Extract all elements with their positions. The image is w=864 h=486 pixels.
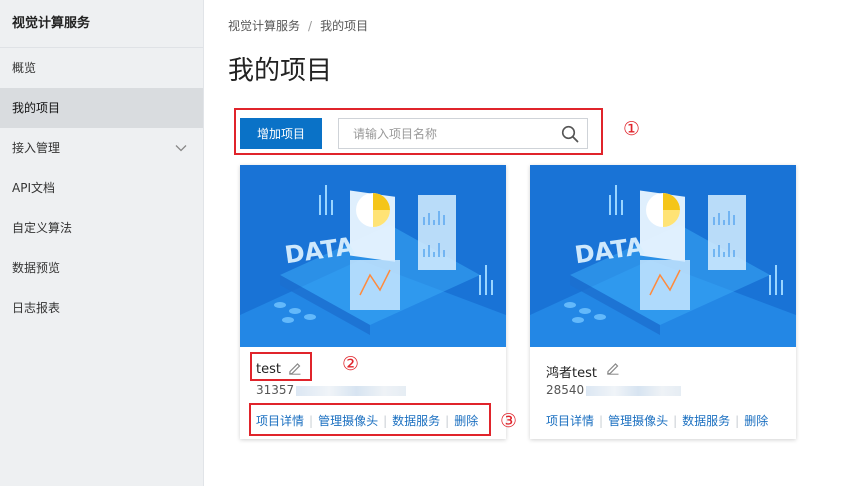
project-id-prefix: 28540 (546, 383, 585, 397)
redacted-id (296, 385, 407, 396)
breadcrumb-current: 我的项目 (320, 19, 369, 33)
sidebar-item-log-reports[interactable]: 日志报表 (0, 288, 203, 328)
actions-highlight-box (249, 403, 491, 436)
redacted-id (586, 385, 682, 396)
project-id: 28540 (546, 383, 682, 397)
sidebar-item-access-management[interactable]: 接入管理 (0, 128, 203, 168)
breadcrumb-root[interactable]: 视觉计算服务 (228, 19, 300, 33)
card-actions: 项目详情 | 管理摄像头 | 数据服务 | 删除 (546, 414, 769, 428)
search-icon[interactable] (561, 125, 579, 143)
sidebar-item-api-docs[interactable]: API文档 (0, 168, 203, 208)
sidebar-item-overview[interactable]: 概览 (0, 48, 203, 88)
project-card[interactable]: DATA test 31357 项目详情 | 管理摄像头 | 数据服务 | 删除 (240, 165, 506, 439)
sidebar-item-custom-algorithm[interactable]: 自定义算法 (0, 208, 203, 248)
project-cover-image: DATA (530, 165, 796, 347)
name-highlight-box (250, 352, 312, 381)
data-service-link[interactable]: 数据服务 (682, 414, 730, 428)
annotation-2: ② (342, 353, 360, 375)
project-details-link[interactable]: 项目详情 (546, 414, 594, 428)
project-name: 鸿者test (546, 366, 597, 381)
manage-cameras-link[interactable]: 管理摄像头 (608, 414, 668, 428)
sidebar: 视觉计算服务 概览 我的项目 接入管理 API文档 自定义算法 数据预览 日志报… (0, 0, 204, 486)
sidebar-item-my-projects[interactable]: 我的项目 (0, 88, 203, 128)
search-input[interactable] (339, 119, 554, 148)
search-box (338, 118, 588, 149)
sidebar-item-label: 接入管理 (12, 141, 61, 155)
annotation-1: ① (623, 118, 641, 140)
project-id: 31357 (256, 383, 407, 397)
breadcrumb-separator: / (308, 19, 313, 33)
add-project-button[interactable]: 增加项目 (240, 118, 322, 149)
delete-link[interactable]: 删除 (744, 414, 768, 428)
project-cover-image: DATA (240, 165, 506, 347)
chevron-down-icon (175, 145, 187, 152)
page-title: 我的项目 (228, 56, 333, 86)
pencil-icon[interactable] (606, 361, 620, 375)
project-card[interactable]: DATA 鸿者test 28540 项目详情 | 管理摄像头 | 数据服务 | 删除 (530, 165, 796, 439)
sidebar-item-data-preview[interactable]: 数据预览 (0, 248, 203, 288)
annotation-3: ③ (500, 410, 518, 432)
breadcrumb: 视觉计算服务 / 我的项目 (228, 17, 368, 34)
project-id-prefix: 31357 (256, 383, 295, 397)
sidebar-title: 视觉计算服务 (0, 0, 203, 48)
